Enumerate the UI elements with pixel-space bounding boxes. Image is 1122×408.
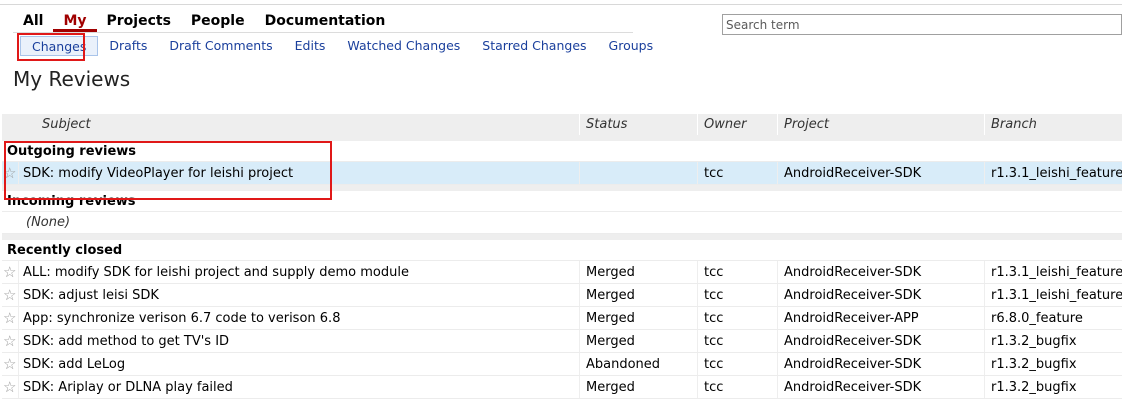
menu-documentation[interactable]: Documentation: [255, 12, 396, 32]
row-status: Merged: [579, 376, 697, 398]
row-branch[interactable]: r1.3.2_bugfix: [984, 353, 1122, 375]
row-project[interactable]: AndroidReceiver-SDK: [777, 353, 984, 375]
row-subject-link[interactable]: ALL: modify SDK for leishi project and s…: [18, 261, 579, 283]
table-row[interactable]: ☆ ALL: modify SDK for leishi project and…: [2, 261, 1122, 284]
incoming-empty: (None): [2, 212, 1122, 234]
row-project[interactable]: AndroidReceiver-SDK: [777, 284, 984, 306]
row-subject-link[interactable]: SDK: add method to get TV's ID: [18, 330, 579, 352]
page-title: My Reviews: [13, 67, 131, 91]
row-subject-link[interactable]: SDK: adjust leisi SDK: [18, 284, 579, 306]
row-status: [579, 162, 697, 184]
row-project[interactable]: AndroidReceiver-SDK: [777, 162, 984, 184]
row-status: Merged: [579, 330, 697, 352]
table-row[interactable]: ☆ App: synchronize verison 6.7 code to v…: [2, 307, 1122, 330]
row-branch[interactable]: r1.3.2_bugfix: [984, 376, 1122, 398]
tab-draft-comments[interactable]: Draft Comments: [158, 36, 283, 56]
col-status[interactable]: Status: [579, 114, 697, 135]
section-closed-title: Recently closed: [2, 240, 1122, 261]
row-project[interactable]: AndroidReceiver-APP: [777, 307, 984, 329]
star-icon[interactable]: ☆: [3, 284, 16, 306]
row-branch[interactable]: r1.3.1_leishi_feature: [984, 284, 1122, 306]
col-owner[interactable]: Owner: [697, 114, 777, 135]
menu-divider: [13, 32, 633, 33]
table-row[interactable]: ☆ SDK: Ariplay or DLNA play failed Merge…: [2, 376, 1122, 399]
row-owner[interactable]: tcc: [697, 376, 777, 398]
row-branch[interactable]: r1.3.2_bugfix: [984, 330, 1122, 352]
row-owner[interactable]: tcc: [697, 261, 777, 283]
col-subject[interactable]: Subject: [2, 114, 579, 135]
star-icon[interactable]: ☆: [3, 376, 16, 398]
table-header: Subject Status Owner Project Branch: [2, 114, 1122, 135]
highlight-box-changes: [17, 33, 85, 61]
menu-people[interactable]: People: [181, 12, 255, 32]
row-subject-link[interactable]: App: synchronize verison 6.7 code to ver…: [18, 307, 579, 329]
main-menu: All My Projects People Documentation: [13, 12, 395, 32]
row-owner[interactable]: tcc: [697, 307, 777, 329]
star-icon[interactable]: ☆: [3, 261, 16, 283]
row-status: Merged: [579, 261, 697, 283]
menu-all[interactable]: All: [13, 12, 53, 32]
tab-starred-changes[interactable]: Starred Changes: [471, 36, 597, 56]
search-input[interactable]: [722, 14, 1122, 35]
row-owner[interactable]: tcc: [697, 162, 777, 184]
row-status: Merged: [579, 284, 697, 306]
menu-my[interactable]: My: [53, 12, 97, 32]
tab-groups[interactable]: Groups: [598, 36, 665, 56]
tab-watched-changes[interactable]: Watched Changes: [336, 36, 471, 56]
col-branch[interactable]: Branch: [984, 114, 1122, 135]
col-project[interactable]: Project: [777, 114, 984, 135]
row-owner[interactable]: tcc: [697, 284, 777, 306]
tab-drafts[interactable]: Drafts: [98, 36, 158, 56]
row-status: Abandoned: [579, 353, 697, 375]
row-subject-link[interactable]: SDK: add LeLog: [18, 353, 579, 375]
row-branch[interactable]: r6.8.0_feature: [984, 307, 1122, 329]
row-subject-link[interactable]: SDK: Ariplay or DLNA play failed: [18, 376, 579, 398]
star-icon[interactable]: ☆: [3, 330, 16, 352]
row-status: Merged: [579, 307, 697, 329]
star-icon[interactable]: ☆: [3, 307, 16, 329]
top-divider: [0, 4, 1122, 5]
highlight-box-outgoing: [4, 141, 332, 200]
tab-edits[interactable]: Edits: [284, 36, 337, 56]
sub-menu: Changes Drafts Draft Comments Edits Watc…: [20, 36, 664, 56]
table-row[interactable]: ☆ SDK: adjust leisi SDK Merged tcc Andro…: [2, 284, 1122, 307]
row-owner[interactable]: tcc: [697, 353, 777, 375]
table-row[interactable]: ☆ SDK: add method to get TV's ID Merged …: [2, 330, 1122, 353]
row-owner[interactable]: tcc: [697, 330, 777, 352]
table-row[interactable]: ☆ SDK: add LeLog Abandoned tcc AndroidRe…: [2, 353, 1122, 376]
row-branch[interactable]: r1.3.1_leishi_feature: [984, 261, 1122, 283]
menu-projects[interactable]: Projects: [97, 12, 181, 32]
row-project[interactable]: AndroidReceiver-SDK: [777, 261, 984, 283]
row-project[interactable]: AndroidReceiver-SDK: [777, 330, 984, 352]
row-project[interactable]: AndroidReceiver-SDK: [777, 376, 984, 398]
row-branch[interactable]: r1.3.1_leishi_feature: [984, 162, 1122, 184]
star-icon[interactable]: ☆: [3, 353, 16, 375]
